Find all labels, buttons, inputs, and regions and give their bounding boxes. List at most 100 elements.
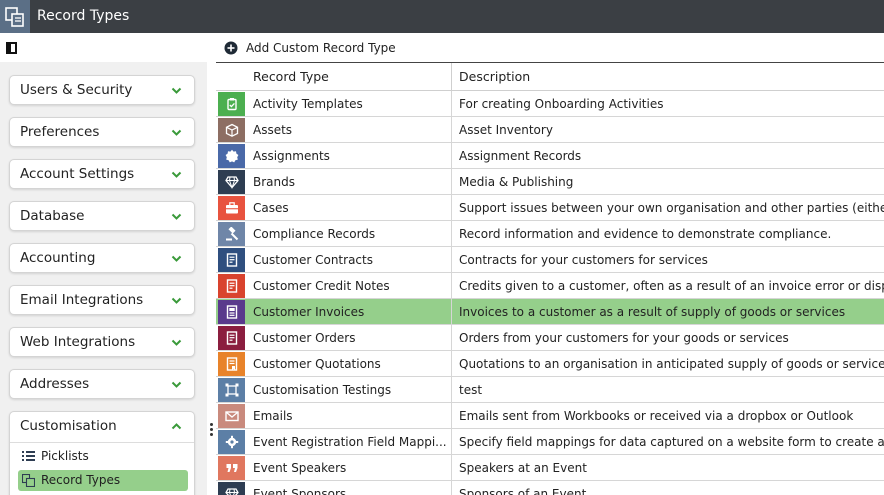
section-account-settings[interactable]: Account Settings <box>9 159 195 189</box>
panel-toggle-icon[interactable] <box>6 42 17 54</box>
record-type-description: Assignment Records <box>459 149 582 163</box>
table-row-emails[interactable]: Emails Emails sent from Workbooks or rece… <box>216 403 884 429</box>
table-row-customisation-testings[interactable]: Customisation Testings test <box>216 377 884 403</box>
sidebar: Users & Security Preferences Account Set… <box>0 62 207 495</box>
section-email-integrations[interactable]: Email Integrations <box>9 285 195 315</box>
record-types-icon <box>22 474 35 487</box>
chevron-down-icon <box>171 87 182 94</box>
record-type-name: Event Sponsors <box>253 487 347 495</box>
record-type-name: Brands <box>253 175 295 189</box>
briefcase-icon <box>218 196 245 220</box>
table-row-event-sponsors[interactable]: Event Sponsors Sponsors of an Event <box>216 481 884 495</box>
document-icon <box>218 274 245 298</box>
toolbar: Add Custom Record Type <box>216 37 884 61</box>
clipboard-icon <box>218 92 245 116</box>
chevron-down-icon <box>171 171 182 178</box>
section-database[interactable]: Database <box>9 201 195 231</box>
record-type-name: Customer Invoices <box>253 305 365 319</box>
record-type-description: Specify field mappings for data captured… <box>459 435 884 449</box>
record-type-name: Customisation Testings <box>253 383 392 397</box>
chevron-down-icon <box>171 129 182 136</box>
section-label: Account Settings <box>20 166 135 182</box>
table-row-activity-templates[interactable]: Activity Templates For creating Onboardin… <box>216 91 884 117</box>
list-icon <box>22 451 35 461</box>
record-type-name: Event Registration Field Mappi... <box>253 435 447 449</box>
column-header-description[interactable]: Description <box>459 69 530 84</box>
record-type-description: Media & Publishing <box>459 175 574 189</box>
record-type-description: Contracts for your customers for service… <box>459 253 708 267</box>
document-icon <box>218 248 245 272</box>
add-custom-record-type-button[interactable]: Add Custom Record Type <box>219 37 396 59</box>
document-icon <box>218 326 245 350</box>
table-row-brands[interactable]: Brands Media & Publishing <box>216 169 884 195</box>
frame-icon <box>218 378 245 402</box>
record-type-description: test <box>459 383 483 397</box>
chevron-down-icon <box>171 255 182 262</box>
chevron-down-icon <box>171 297 182 304</box>
table-row-customer-orders[interactable]: Customer Orders Orders from your customer… <box>216 325 884 351</box>
section-accounting[interactable]: Accounting <box>9 243 195 273</box>
record-types-table: Record Type Description Activity Templat… <box>216 63 884 495</box>
record-type-name: Customer Orders <box>253 331 356 345</box>
chevron-up-icon <box>171 423 182 430</box>
section-label: Preferences <box>20 124 100 140</box>
record-type-description: Asset Inventory <box>459 123 553 137</box>
add-button-label: Add Custom Record Type <box>246 41 396 55</box>
section-web-integrations[interactable]: Web Integrations <box>9 327 195 357</box>
badge-icon <box>218 144 245 168</box>
record-type-description: Invoices to a customer as a result of su… <box>459 305 846 319</box>
section-label: Addresses <box>20 376 90 392</box>
table-row-assets[interactable]: Assets Asset Inventory <box>216 117 884 143</box>
record-type-description: Record information and evidence to demon… <box>459 227 832 241</box>
table-row-customer-invoices[interactable]: Customer Invoices Invoices to a customer … <box>216 299 884 325</box>
section-label: Accounting <box>20 250 96 266</box>
record-type-name: Assets <box>253 123 293 137</box>
table-row-assignments[interactable]: Assignments Assignment Records <box>216 143 884 169</box>
box-icon <box>218 118 245 142</box>
section-customisation[interactable]: Customisation Picklists Record Types <box>9 411 195 495</box>
table-row-customer-quotations[interactable]: Customer Quotations Quotations to an orga… <box>216 351 884 377</box>
sidebar-item-record-types[interactable]: Record Types <box>18 470 188 491</box>
section-addresses[interactable]: Addresses <box>9 369 195 399</box>
envelope-icon <box>218 404 245 428</box>
sidebar-item-picklists[interactable]: Picklists <box>18 446 188 467</box>
section-label: Customisation <box>20 418 117 434</box>
table-row-compliance-records[interactable]: Compliance Records Record information and… <box>216 221 884 247</box>
record-type-name: Customer Credit Notes <box>253 279 390 293</box>
table-header: Record Type Description <box>216 63 884 91</box>
section-preferences[interactable]: Preferences <box>9 117 195 147</box>
record-type-description: Quotations to an organisation in anticip… <box>459 357 884 371</box>
table-row-customer-credit-notes[interactable]: Customer Credit Notes Credits given to a … <box>216 273 884 299</box>
record-type-description: Orders from your customers for your good… <box>459 331 789 345</box>
chevron-down-icon <box>171 381 182 388</box>
chevron-down-icon <box>171 213 182 220</box>
resize-handle[interactable] <box>210 423 214 439</box>
record-type-description: Emails sent from Workbooks or received v… <box>459 409 854 423</box>
table-row-customer-contracts[interactable]: Customer Contracts Contracts for your cus… <box>216 247 884 273</box>
table-row-event-speakers[interactable]: Event Speakers Speakers at an Event <box>216 455 884 481</box>
record-type-description: Support issues between your own organisa… <box>459 201 884 215</box>
column-header-record-type[interactable]: Record Type <box>253 69 329 84</box>
quote-icon <box>218 456 245 480</box>
diamond-icon <box>218 482 245 495</box>
sidebar-item-label: Picklists <box>41 449 89 463</box>
record-type-name: Customer Quotations <box>253 357 381 371</box>
record-type-name: Emails <box>253 409 293 423</box>
section-label: Users & Security <box>20 82 133 98</box>
record-types-app-icon <box>0 0 30 33</box>
table-row-event-registration-field-mappi[interactable]: Event Registration Field Mappi... Specify… <box>216 429 884 455</box>
record-type-name: Event Speakers <box>253 461 347 475</box>
plus-circle-icon <box>224 41 238 55</box>
record-type-description: Sponsors of an Event <box>459 487 587 495</box>
gear-icon <box>218 430 245 454</box>
section-label: Email Integrations <box>20 292 144 308</box>
sidebar-item-label: Record Types <box>41 473 121 487</box>
section-label: Web Integrations <box>20 334 136 350</box>
quote-doc-icon <box>218 352 245 376</box>
section-users-security[interactable]: Users & Security <box>9 75 195 105</box>
record-type-description: Speakers at an Event <box>459 461 587 475</box>
record-type-name: Compliance Records <box>253 227 376 241</box>
record-type-description: For creating Onboarding Activities <box>459 97 664 111</box>
record-type-name: Cases <box>253 201 289 215</box>
table-row-cases[interactable]: Cases Support issues between your own org… <box>216 195 884 221</box>
